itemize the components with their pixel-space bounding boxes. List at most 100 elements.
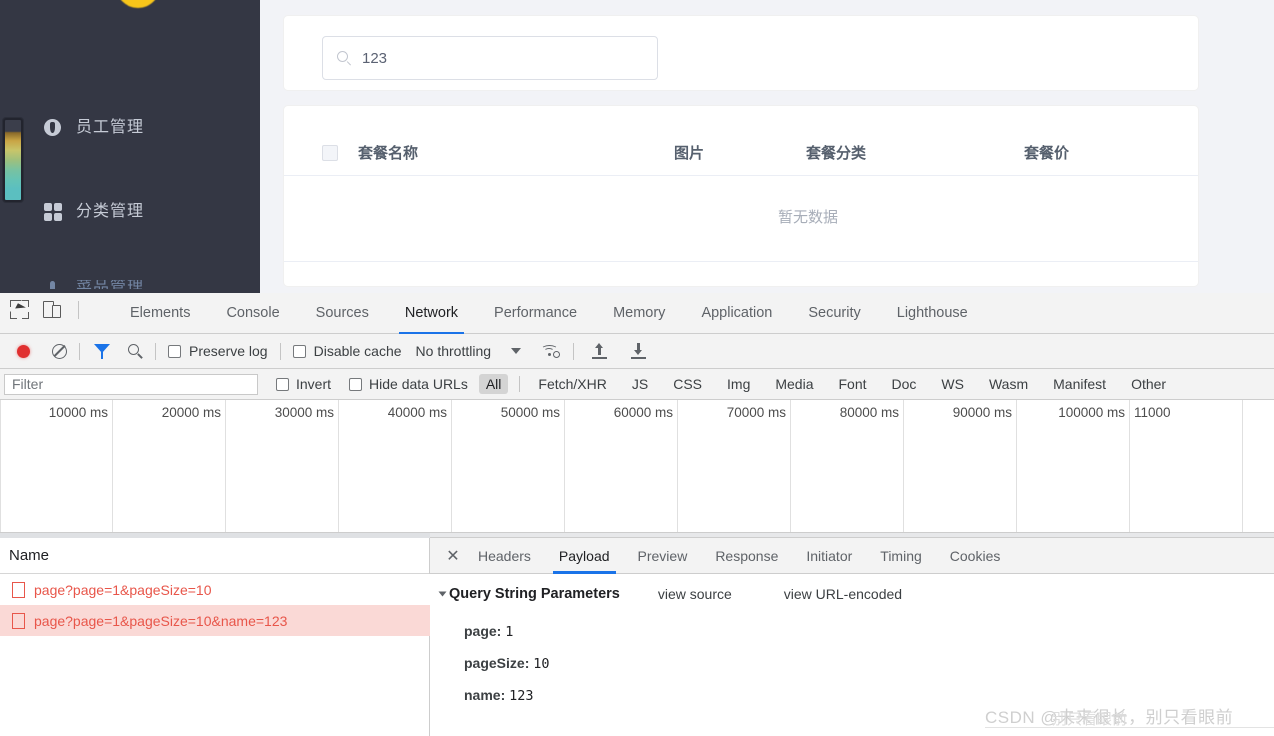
- type-filter-ws[interactable]: WS: [934, 374, 971, 394]
- search-input[interactable]: 123: [322, 36, 658, 80]
- sidebar-item-dish[interactable]: 菜品管理: [44, 279, 144, 289]
- disable-cache-checkbox[interactable]: Disable cache: [292, 343, 402, 359]
- employee-icon: [44, 119, 62, 137]
- invert-checkbox[interactable]: Invert: [276, 376, 331, 392]
- view-url-encoded-link[interactable]: view URL-encoded: [784, 586, 902, 602]
- sidebar-item-category[interactable]: 分类管理: [44, 203, 144, 221]
- devtools-tabs: Elements Console Sources Network Perform…: [112, 293, 986, 334]
- type-filter-js[interactable]: JS: [625, 374, 655, 394]
- tab-network[interactable]: Network: [387, 293, 476, 334]
- search-input-value: 123: [362, 49, 388, 67]
- disable-cache-label: Disable cache: [313, 343, 402, 359]
- hide-data-urls-checkbox[interactable]: Hide data URLs: [349, 376, 468, 392]
- tab-cookies[interactable]: Cookies: [936, 538, 1015, 574]
- devtools-tabbar: Elements Console Sources Network Perform…: [0, 293, 1274, 334]
- type-filter-all[interactable]: All: [478, 374, 509, 394]
- throttling-select[interactable]: No throttling: [416, 343, 491, 359]
- payload-param-row: name: 123: [464, 687, 534, 704]
- timeline-tick: 60000 ms: [565, 400, 678, 532]
- request-row[interactable]: page?page=1&pageSize=10&name=123: [0, 605, 430, 636]
- network-conditions-icon[interactable]: [541, 343, 561, 359]
- clear-icon[interactable]: [52, 343, 67, 359]
- timeline-tick: 90000 ms: [904, 400, 1017, 532]
- tab-timing[interactable]: Timing: [866, 538, 936, 574]
- timeline-tick-label: 11000: [1134, 405, 1171, 420]
- document-icon: [12, 612, 25, 629]
- view-source-link[interactable]: view source: [658, 586, 732, 602]
- tab-preview[interactable]: Preview: [624, 538, 702, 574]
- payload-param-row: page: 1: [464, 623, 513, 640]
- type-filter-wasm[interactable]: Wasm: [982, 374, 1035, 394]
- filter-funnel-icon[interactable]: [94, 343, 110, 359]
- request-detail-tabs: ✕ Headers Payload Preview Response Initi…: [430, 538, 1274, 574]
- network-timeline-overview[interactable]: 10000 ms 20000 ms 30000 ms 40000 ms 5000…: [0, 400, 1274, 533]
- filter-input[interactable]: Filter: [4, 373, 258, 395]
- request-row[interactable]: page?page=1&pageSize=10: [0, 574, 430, 605]
- type-filter-media[interactable]: Media: [768, 374, 820, 394]
- timeline-tick: 40000 ms: [339, 400, 452, 532]
- search-icon[interactable]: [128, 343, 143, 359]
- inspect-element-icon[interactable]: [10, 300, 29, 319]
- devtools-left-icons: [10, 300, 81, 319]
- timeline-tick: 20000 ms: [113, 400, 226, 532]
- tab-performance[interactable]: Performance: [476, 293, 595, 334]
- type-filter-font[interactable]: Font: [832, 374, 874, 394]
- tab-memory[interactable]: Memory: [595, 293, 683, 334]
- chevron-down-icon[interactable]: [438, 591, 447, 597]
- request-name: page?page=1&pageSize=10&name=123: [34, 612, 288, 629]
- chevron-down-icon[interactable]: [511, 348, 522, 354]
- tab-payload[interactable]: Payload: [545, 538, 624, 574]
- type-filter-doc[interactable]: Doc: [885, 374, 924, 394]
- sidebar-item-label: 菜品管理: [76, 279, 145, 289]
- table-body-empty: 暂无数据: [284, 176, 1198, 262]
- timeline-tick: 50000 ms: [452, 400, 565, 532]
- divider: [279, 342, 281, 360]
- sidebar-item-label: 员工管理: [76, 119, 145, 136]
- app-logo-icon: [116, 0, 160, 8]
- param-value: 1: [505, 624, 514, 640]
- table-column-header: 图片: [674, 145, 705, 162]
- tab-application[interactable]: Application: [683, 293, 790, 334]
- divider: [79, 342, 80, 360]
- param-key: name:: [464, 687, 506, 703]
- close-icon[interactable]: ✕: [442, 538, 464, 574]
- timeline-tick: 100000 ms: [1017, 400, 1130, 532]
- hide-data-urls-label: Hide data URLs: [369, 376, 468, 392]
- query-string-parameters-section: Query String Parameters view source view…: [438, 586, 902, 602]
- watermark-underline: [985, 727, 1274, 728]
- invert-label: Invert: [296, 376, 332, 392]
- tab-lighthouse[interactable]: Lighthouse: [879, 293, 986, 334]
- network-toolbar: Preserve log Disable cache No throttling: [0, 334, 1274, 369]
- device-toolbar-icon[interactable]: [43, 300, 62, 319]
- tab-elements[interactable]: Elements: [112, 293, 208, 334]
- import-har-icon[interactable]: [592, 343, 608, 359]
- web-app-area: 员工管理 分类管理 菜品管理 123 套餐名称 图片 套餐分类 套餐价 暂无数据: [0, 0, 1274, 293]
- type-filter-css[interactable]: CSS: [666, 374, 709, 394]
- type-filter-other[interactable]: Other: [1124, 374, 1173, 394]
- checkbox-box: [168, 344, 181, 358]
- tab-sources[interactable]: Sources: [298, 293, 387, 334]
- export-har-icon[interactable]: [631, 343, 647, 359]
- param-value: 10: [533, 656, 550, 672]
- select-all-checkbox[interactable]: [322, 145, 338, 161]
- tab-console[interactable]: Console: [208, 293, 297, 334]
- sidebar-item-employee[interactable]: 员工管理: [44, 119, 144, 137]
- type-filter-img[interactable]: Img: [720, 374, 757, 394]
- request-list-header[interactable]: Name: [0, 538, 429, 574]
- timeline-tick-label: 20000 ms: [161, 405, 221, 420]
- checkbox-box: [292, 344, 306, 358]
- devtools-panel: Elements Console Sources Network Perform…: [0, 293, 1274, 736]
- tab-response[interactable]: Response: [701, 538, 792, 574]
- type-filter-fetch-xhr[interactable]: Fetch/XHR: [531, 374, 613, 394]
- setmeal-table-card: 套餐名称 图片 套餐分类 套餐价 暂无数据: [284, 106, 1198, 286]
- tab-headers[interactable]: Headers: [464, 538, 545, 574]
- tab-initiator[interactable]: Initiator: [792, 538, 866, 574]
- timeline-tick-label: 70000 ms: [726, 405, 786, 420]
- request-list: Name page?page=1&pageSize=10 page?page=1…: [0, 538, 430, 736]
- tab-security[interactable]: Security: [790, 293, 878, 334]
- preserve-log-label: Preserve log: [189, 343, 268, 359]
- type-filter-manifest[interactable]: Manifest: [1046, 374, 1113, 394]
- preserve-log-checkbox[interactable]: Preserve log: [168, 343, 268, 359]
- network-filterbar: Filter Invert Hide data URLs All Fetch/X…: [0, 369, 1274, 400]
- record-icon[interactable]: [17, 344, 30, 358]
